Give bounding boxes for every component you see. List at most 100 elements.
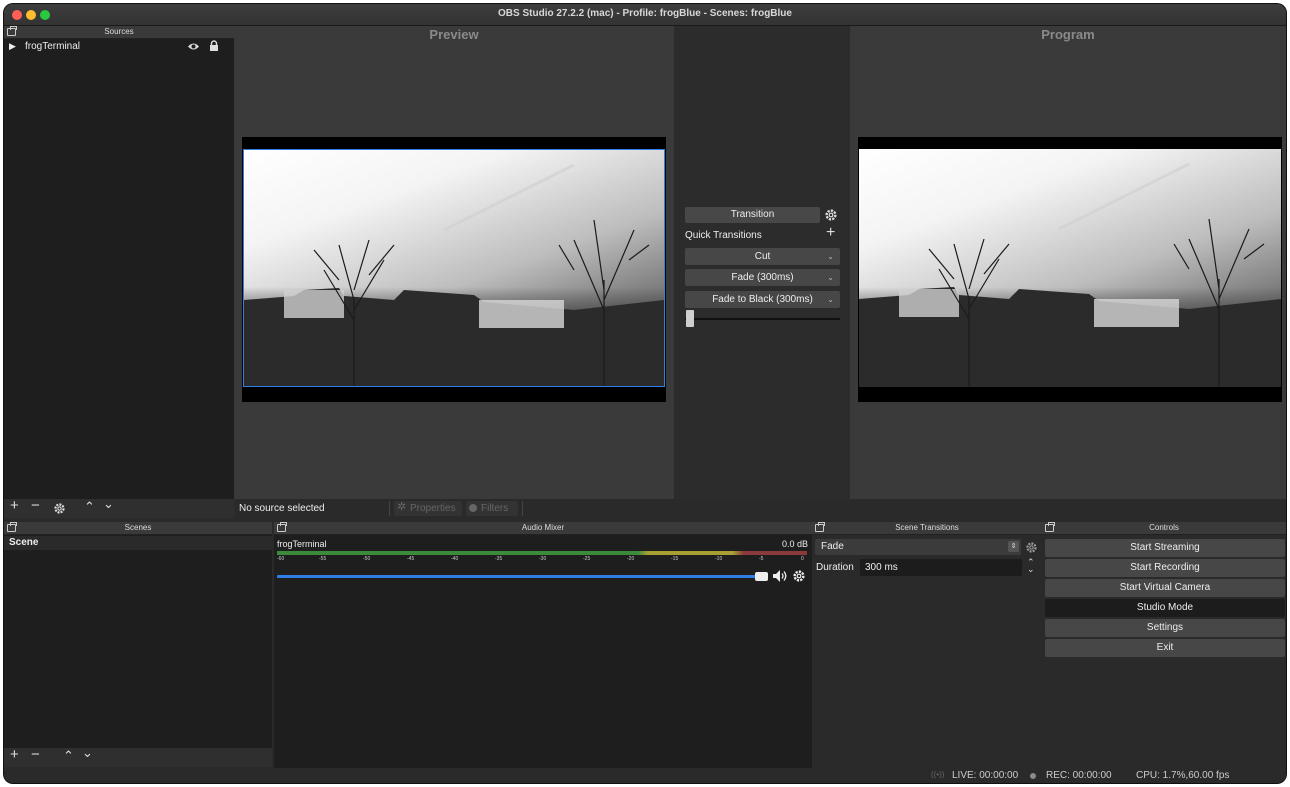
audio-meter-ticks: -60 -55 -50 -45 -40 -35 -30 -25 -20 -15 … [277, 556, 807, 563]
audio-settings-gear-icon[interactable] [793, 570, 805, 582]
cpu-fps: CPU: 1.7%,60.00 fps [1136, 770, 1230, 781]
program-scene-detail [859, 162, 1281, 387]
quick-transition-cut[interactable]: Cut ⌄ [685, 248, 840, 265]
title-bar: OBS Studio 27.2.2 (mac) - Profile: frogB… [4, 4, 1286, 26]
add-quick-transition-button[interactable]: + [826, 224, 835, 242]
filters-button[interactable]: Filters [466, 501, 518, 516]
transition-button[interactable]: Transition [685, 207, 820, 223]
meter-tick: -5 [759, 556, 764, 562]
transition-slider[interactable] [685, 309, 840, 329]
duration-spinbox[interactable]: 300 ms [860, 559, 1022, 576]
controls-dock-header: Controls [1042, 522, 1286, 535]
meter-tick: -50 [363, 556, 371, 562]
source-context-bar: No source selected ✲ Properties Filters [234, 499, 1286, 518]
meter-tick: 0 [801, 556, 804, 562]
scene-transitions-title: Scene Transitions [895, 523, 959, 532]
source-row-frogterminal[interactable]: ▶ frogTerminal [4, 40, 234, 53]
meter-tick: -30 [539, 556, 547, 562]
properties-label: Properties [410, 503, 456, 514]
undock-icon[interactable] [815, 522, 825, 532]
sources-title: Sources [104, 27, 134, 36]
meter-tick: -60 [277, 556, 285, 562]
meter-tick: -35 [495, 556, 503, 562]
record-dot-icon [1030, 773, 1036, 779]
scenes-toolbar: + − ⌃ ⌄ [4, 745, 272, 767]
meter-tick: -10 [715, 556, 723, 562]
obs-window: OBS Studio 27.2.2 (mac) - Profile: frogB… [4, 4, 1286, 783]
scene-row[interactable]: Scene [4, 536, 272, 550]
program-source-image [859, 149, 1281, 387]
start-streaming-button[interactable]: Start Streaming [1045, 539, 1285, 557]
start-virtual-camera-button[interactable]: Start Virtual Camera [1045, 579, 1285, 597]
quick-transition-cut-label: Cut [754, 251, 771, 262]
preview-canvas[interactable] [242, 137, 666, 402]
controls-title: Controls [1149, 523, 1179, 532]
source-name: frogTerminal [25, 41, 81, 52]
start-recording-button[interactable]: Start Recording [1045, 559, 1285, 577]
duration-value: 300 ms [865, 562, 898, 573]
undock-icon[interactable] [277, 522, 287, 532]
lock-icon[interactable] [209, 40, 219, 51]
live-time: LIVE: 00:00:00 [952, 770, 1019, 781]
settings-button[interactable]: Settings [1045, 619, 1285, 637]
transition-type-select[interactable]: Fade ⇕ [815, 539, 1021, 555]
exit-button[interactable]: Exit [1045, 639, 1285, 657]
scene-name: Scene [9, 537, 39, 548]
status-bar: ((•)) LIVE: 00:00:00 REC: 00:00:00 CPU: … [4, 768, 1286, 783]
volume-slider[interactable] [277, 572, 768, 582]
transition-type-value: Fade [821, 541, 844, 552]
eye-icon[interactable] [187, 42, 200, 51]
transition-slider-handle[interactable] [686, 310, 694, 327]
preview-area: Preview [234, 26, 674, 499]
sources-dock-header: Sources [4, 26, 234, 39]
remove-source-button[interactable]: − [31, 497, 40, 514]
meter-tick: -15 [671, 556, 679, 562]
move-source-down-chevron-icon[interactable]: ⌄ [103, 496, 114, 512]
source-bar-divider-right [522, 501, 523, 516]
updown-chevron-icon: ⇕ [1008, 541, 1019, 552]
undock-icon[interactable] [7, 522, 17, 532]
sources-toolbar: + − ⌃ ⌄ [4, 496, 234, 518]
meter-tick: -40 [451, 556, 459, 562]
move-scene-down-chevron-icon[interactable]: ⌄ [82, 745, 93, 761]
meter-tick: -20 [627, 556, 635, 562]
source-settings-gear-icon[interactable] [54, 503, 65, 514]
undock-icon[interactable] [7, 26, 17, 36]
undock-icon[interactable] [1045, 522, 1055, 532]
filters-icon [469, 504, 477, 512]
meter-tick: -45 [407, 556, 415, 562]
properties-button[interactable]: ✲ Properties [394, 501, 462, 516]
audio-level-db: 0.0 dB [781, 539, 808, 549]
preview-label: Preview [429, 27, 479, 42]
remove-scene-button[interactable]: − [31, 746, 40, 763]
volume-slider-track [277, 575, 762, 578]
duration-stepper[interactable]: ⌃ ⌄ [1026, 557, 1037, 577]
window-title: OBS Studio 27.2.2 (mac) - Profile: frogB… [498, 8, 792, 19]
preview-source-image[interactable] [243, 149, 665, 387]
add-scene-button[interactable]: + [10, 746, 19, 763]
chevron-down-icon: ⌄ [827, 273, 834, 282]
transition-slider-track [685, 318, 840, 320]
sources-list[interactable]: ▶ frogTerminal [4, 39, 234, 499]
expand-arrow-icon[interactable]: ▶ [9, 41, 16, 52]
quick-transition-fade-black-label: Fade to Black (300ms) [712, 294, 813, 305]
chevron-down-icon[interactable]: ⌄ [1027, 564, 1035, 575]
program-label: Program [1041, 27, 1095, 42]
source-bar-divider [389, 501, 390, 516]
scene-transitions-panel: Fade ⇕ Duration 300 ms ⌃ ⌄ [812, 535, 1042, 768]
transition-settings-gear-icon[interactable] [825, 209, 837, 221]
move-source-up-chevron-icon[interactable]: ⌃ [84, 499, 95, 515]
transition-properties-gear-icon[interactable] [1026, 542, 1037, 553]
properties-gear-icon: ✲ [397, 501, 407, 513]
program-area: Program [850, 26, 1286, 499]
filters-label: Filters [481, 503, 509, 514]
quick-transition-fade[interactable]: Fade (300ms) ⌄ [685, 269, 840, 286]
add-source-button[interactable]: + [10, 497, 19, 514]
volume-slider-handle[interactable] [755, 572, 768, 581]
chevron-down-icon: ⌄ [827, 252, 834, 261]
speaker-mute-icon[interactable] [772, 569, 788, 583]
scenes-list[interactable]: Scene [4, 535, 272, 748]
studio-mode-button[interactable]: Studio Mode [1045, 599, 1285, 617]
move-scene-up-chevron-icon[interactable]: ⌃ [63, 748, 74, 764]
quick-transition-fade-black[interactable]: Fade to Black (300ms) ⌄ [685, 291, 840, 308]
